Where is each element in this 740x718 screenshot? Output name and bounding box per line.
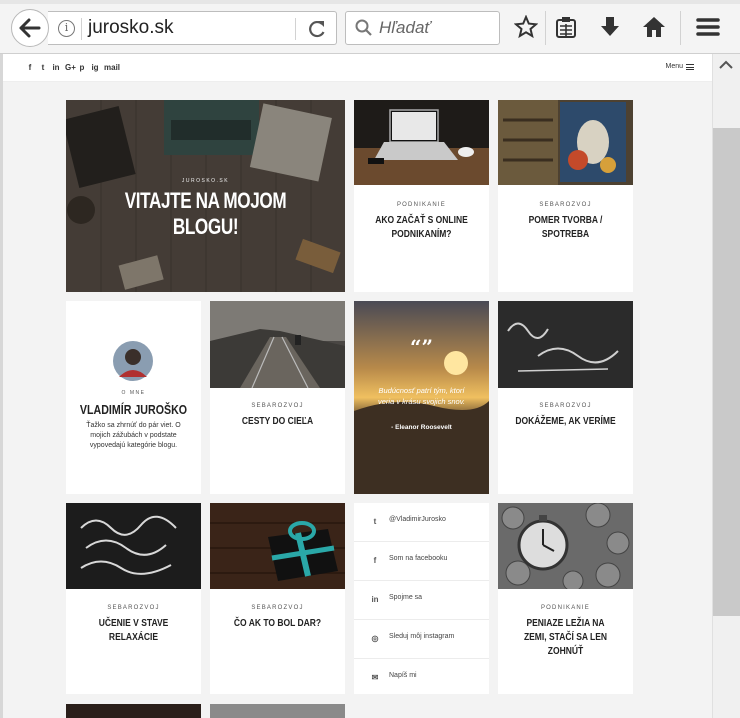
railway-image [210,301,345,388]
quote-icon: “” [409,335,433,359]
address-bar[interactable]: i jurosko.sk [48,11,337,45]
social-link-instagram[interactable]: ◎ Sleduj môj instagram [354,620,489,659]
linkedin-icon[interactable]: in [52,63,60,72]
search-box[interactable]: Hľadať [345,11,500,45]
web-page: f t in G+ p ig mail Menu JUROSKO.SK VITA… [0,54,712,718]
bookmark-star-icon[interactable] [514,15,538,39]
facebook-icon: f [373,556,377,565]
hamburger-menu-icon[interactable] [696,15,720,39]
social-link-mail[interactable]: ✉ Napíš mi [354,659,489,698]
about-label: O MNE [121,390,146,396]
social-label: @VladimirJurosko [389,516,446,523]
site-menu-button[interactable]: Menu [665,63,694,70]
hero-title[interactable]: VITAJTE NA MOJOM BLOGU! [97,188,315,240]
post-category[interactable]: SEBAROZVOJ [210,403,345,409]
post-card[interactable]: SEBAROZVOJ POMER TVORBA / SPOTREBA [498,100,633,292]
search-icon [355,19,372,36]
post-title[interactable]: AKO ZAČAŤ S ONLINE PODNIKANÍM? [371,214,472,242]
social-link-linkedin[interactable]: in Spojme sa [354,581,489,620]
divider [295,18,296,40]
social-link-facebook[interactable]: f Som na facebooku [354,542,489,581]
site-topbar: f t in G+ p ig mail Menu [3,54,712,82]
post-card[interactable]: SEBAROZVOJ ČO AK TO BOL DAR? [210,503,345,694]
post-category[interactable]: PODNIKANIE [498,605,633,611]
reload-icon[interactable] [305,18,329,40]
divider [81,18,82,40]
post-category[interactable]: SEBAROZVOJ [210,605,345,611]
back-arrow-icon [19,18,41,38]
back-button[interactable] [11,9,49,47]
page-scrollbar[interactable] [712,54,740,718]
social-links: f t in G+ p ig mail [26,63,120,72]
post-card[interactable]: SEBAROZVOJ UČENIE V STAVE RELAXÁCIE [66,503,201,694]
menu-lines-icon [686,63,694,70]
browser-toolbar: i jurosko.sk Hľadať [0,0,740,54]
social-link-twitter[interactable]: t @VladimirJurosko [354,503,489,542]
post-card[interactable]: SEBAROZVOJ DOKÁŽEME, AK VERÍME [498,301,633,494]
mail-icon[interactable]: mail [104,63,120,72]
facebook-icon[interactable]: f [26,63,34,72]
hero-card[interactable]: JUROSKO.SK VITAJTE NA MOJOM BLOGU! [66,100,345,292]
avatar[interactable] [113,341,153,381]
about-text: Ťažko sa zhrnúť do pár viet. O mojich zá… [86,422,181,449]
pinterest-icon[interactable]: p [78,63,86,72]
about-card: O MNE VLADIMÍR JUROŠKO Ťažko sa zhrnúť d… [66,301,201,494]
scrollbar-thumb[interactable] [713,128,740,616]
divider [545,11,546,45]
post-title[interactable]: POMER TVORBA / SPOTREBA [515,214,616,242]
twitter-icon[interactable]: t [39,63,47,72]
linkedin-icon: in [371,595,379,604]
search-placeholder: Hľadať [379,18,431,37]
hero-brand: JUROSKO.SK [181,178,230,184]
post-category[interactable]: SEBAROZVOJ [498,403,633,409]
instagram-icon[interactable]: ig [91,63,99,72]
post-title[interactable]: DOKÁŽEME, AK VERÍME [515,415,616,429]
painting-image [498,100,633,185]
laptop-image [354,100,489,185]
google-plus-icon[interactable]: G+ [65,63,76,72]
gift-box-image [210,503,345,589]
tab-strip-edge [0,0,740,4]
quote-card: “” Budúcnosť patrí tým, ktorí veria v kr… [354,301,489,494]
post-title[interactable]: CESTY DO CIEĽA [227,415,328,429]
reading-list-icon[interactable] [554,15,578,39]
mail-icon: ✉ [371,673,379,682]
twitter-icon: t [373,517,377,526]
chalkboard-learn-image [66,503,201,589]
post-card-partial[interactable] [210,704,345,718]
about-name: VLADIMÍR JUROŠKO [79,402,188,417]
social-label: Napíš mi [389,672,417,679]
post-card[interactable]: PODNIKANIE PENIAZE LEŽIA NA ZEMI, STAČÍ … [498,503,633,694]
social-label: Sleduj môj instagram [389,633,455,640]
post-card-partial[interactable] [66,704,201,718]
download-icon[interactable] [598,15,622,39]
menu-label: Menu [665,63,683,70]
divider [680,11,681,45]
social-label: Som na facebooku [389,555,448,562]
post-title[interactable]: UČENIE V STAVE RELAXÁCIE [83,617,184,645]
home-icon[interactable] [642,15,666,39]
post-card[interactable]: SEBAROZVOJ CESTY DO CIEĽA [210,301,345,494]
site-info-icon[interactable]: i [58,20,75,37]
post-title[interactable]: PENIAZE LEŽIA NA ZEMI, STAČÍ SA LEN ZOHN… [515,617,616,659]
post-category[interactable]: SEBAROZVOJ [498,202,633,208]
url-text[interactable]: jurosko.sk [88,17,174,39]
social-label: Spojme sa [389,594,423,601]
chalkboard-believe-image [498,301,633,388]
quote-text: Budúcnosť patrí tým, ktorí veria v krásu… [378,386,465,406]
instagram-icon: ◎ [371,634,379,643]
post-category[interactable]: SEBAROZVOJ [66,605,201,611]
post-title[interactable]: ČO AK TO BOL DAR? [227,617,328,631]
pocket-watch-coins-image [498,503,633,589]
social-card: t @VladimirJurosko f Som na facebooku in… [354,503,489,694]
scroll-up-icon[interactable] [719,60,733,70]
post-card[interactable]: PODNIKANIE AKO ZAČAŤ S ONLINE PODNIKANÍM… [354,100,489,292]
quote-author: - Eleanor Roosevelt [391,424,452,431]
post-category[interactable]: PODNIKANIE [354,202,489,208]
